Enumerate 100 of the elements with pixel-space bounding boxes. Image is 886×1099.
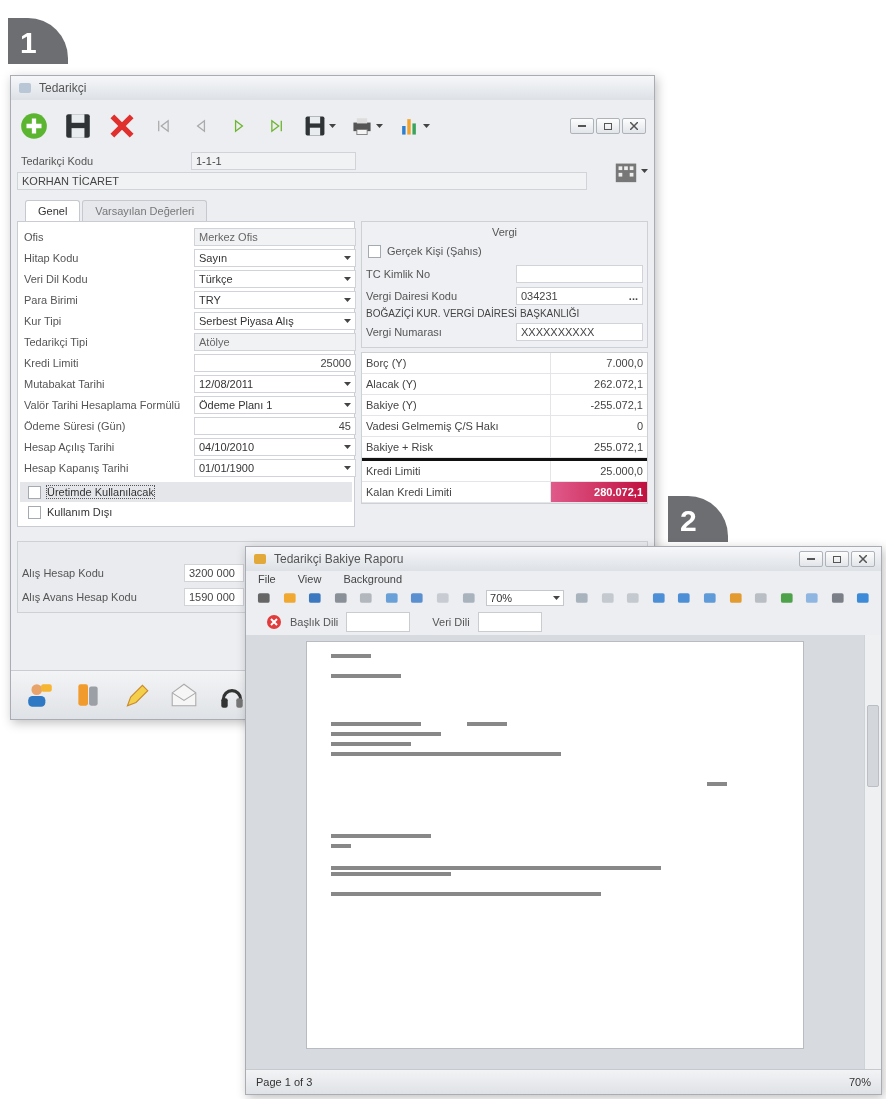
lookup-field[interactable]: 034231 ... — [516, 286, 643, 305]
dropdown-field[interactable]: 04/10/2010 — [194, 437, 356, 456]
checkbox-row[interactable]: Kullanım Dışı — [20, 502, 352, 522]
number-field[interactable]: 45 — [194, 416, 356, 435]
dropdown-field[interactable]: 01/01/1900 — [194, 458, 356, 477]
page-count: Page 1 of 3 — [256, 1076, 313, 1088]
minimize-button[interactable] — [799, 551, 823, 567]
dropdown-field[interactable]: Ödeme Planı 1 — [194, 395, 356, 414]
field-label: Vergi Dairesi Kodu — [366, 289, 459, 302]
minimize-button[interactable] — [570, 118, 594, 134]
panel-title: Vergi — [490, 226, 519, 238]
table-cell: 280.072,1 — [550, 482, 647, 502]
number-field[interactable]: 25000 — [194, 353, 356, 372]
caret-icon — [344, 402, 351, 407]
table-cell: 7.000,0 — [550, 353, 647, 373]
maximize-icon — [604, 122, 612, 130]
caret-icon — [344, 255, 351, 260]
add-icon[interactable] — [19, 111, 49, 141]
menu-item[interactable]: View — [297, 573, 322, 585]
maximize-button[interactable] — [825, 551, 849, 567]
caret-icon — [344, 381, 351, 386]
field-label: Veri Dili — [432, 616, 470, 628]
maximize-button[interactable] — [596, 118, 620, 134]
window-icon[interactable] — [17, 80, 33, 96]
table-cell-text: Kalan Kredi Limiti — [365, 485, 453, 500]
step-badge: 1 — [8, 18, 68, 64]
caret-icon — [344, 318, 351, 323]
caret-icon — [553, 596, 561, 600]
window-title: Tedarikçi — [39, 81, 87, 95]
text-field[interactable]: 1590 000 — [184, 588, 244, 606]
text-field[interactable] — [516, 264, 643, 283]
checkbox[interactable] — [28, 505, 41, 519]
tab[interactable]: Genel — [25, 200, 81, 221]
field-label: Valör Tarihi Hesaplama Formülü — [24, 398, 182, 411]
table-cell-text: Alacak (Y) — [365, 377, 418, 392]
table-cell: 0 — [550, 416, 647, 436]
minimize-icon — [807, 558, 815, 560]
text-field[interactable]: 3200 000 — [184, 564, 244, 582]
minimize-icon — [578, 125, 586, 127]
checkbox-label: Gerçek Kişi (Şahıs) — [387, 245, 482, 257]
text-field[interactable]: XXXXXXXXXX — [516, 322, 643, 341]
caret-icon — [641, 169, 648, 173]
menu-item[interactable]: File — [258, 573, 276, 585]
caret-icon — [344, 276, 351, 281]
close-icon — [630, 122, 638, 130]
caret-icon — [344, 297, 351, 302]
close-icon — [859, 555, 867, 563]
field-label: Alış Avans Hesap Kodu — [22, 591, 138, 603]
table-cell: -255.072,1 — [550, 395, 647, 415]
field-label: Mutabakat Tarihi — [24, 377, 106, 390]
scrollbar[interactable] — [864, 635, 881, 1069]
checkbox-row[interactable]: Üretimde Kullanılacak — [20, 482, 352, 502]
checkbox[interactable] — [28, 485, 41, 499]
caret-icon — [344, 444, 351, 449]
field-label: Vergi Numarası — [366, 325, 443, 338]
tab[interactable]: Varsayılan Değerleri — [82, 200, 208, 221]
dropdown-field[interactable]: Serbest Piyasa Alış — [194, 311, 356, 330]
close-icon[interactable] — [266, 614, 282, 630]
table-cell-text: Kredi Limiti — [365, 464, 422, 479]
table-cell: 255.072,1 — [550, 437, 647, 457]
field-label: Ofis — [24, 230, 45, 243]
field-label: Başlık Dili — [290, 616, 339, 628]
close-button[interactable] — [851, 551, 875, 567]
field-label: Kredi Limiti — [24, 356, 80, 369]
field-label: Kur Tipi — [24, 314, 63, 327]
zoom-dropdown[interactable]: 70% — [486, 590, 565, 606]
zoom-level: 70% — [848, 1076, 871, 1088]
table-cell-text: Bakiye (Y) — [365, 398, 418, 413]
close-button[interactable] — [622, 118, 646, 134]
table-cell: 262.072,1 — [550, 374, 647, 394]
name-field[interactable]: KORHAN TİCARET — [17, 172, 587, 190]
caret-icon — [344, 465, 351, 470]
caret-icon — [329, 124, 336, 128]
table-cell-text: Bakiye + Risk — [365, 440, 434, 455]
field-label: Hesap Kapanış Tarihi — [24, 461, 130, 474]
dropdown-field[interactable]: TRY — [194, 290, 356, 309]
caret-icon — [376, 124, 383, 128]
checkbox[interactable] — [368, 244, 381, 258]
table-cell-text: Vadesi Gelmemiş Ç/S Hakı — [365, 419, 500, 434]
dropdown-field[interactable]: 12/08/2011 — [194, 374, 356, 393]
menu-item[interactable]: Background — [343, 573, 403, 585]
code-field[interactable]: 1-1-1 — [191, 152, 356, 170]
field-label: Alış Hesap Kodu — [22, 567, 105, 579]
input-field[interactable] — [346, 612, 411, 632]
field-label: Tedarikçi Kodu — [21, 155, 95, 167]
window-icon[interactable] — [252, 551, 268, 567]
step-badge: 2 — [668, 496, 728, 542]
input-field[interactable] — [477, 612, 542, 632]
field-label: Para Birimi — [24, 293, 79, 306]
scroll-thumb[interactable] — [867, 705, 879, 787]
field-label: Tedarikçi Tipi — [24, 335, 89, 348]
dropdown-field[interactable]: Türkçe — [194, 269, 356, 288]
field-label: Hesap Açılış Tarihi — [24, 440, 116, 453]
table-cell-text: Borç (Y) — [365, 356, 408, 371]
lookup-button[interactable]: ... — [628, 289, 638, 302]
dropdown-field[interactable]: Sayın — [194, 248, 356, 267]
maximize-icon — [833, 555, 841, 563]
window-title: Tedarikçi Bakiye Raporu — [274, 552, 404, 566]
field-label: Hitap Kodu — [24, 251, 80, 264]
caret-icon — [423, 124, 430, 128]
